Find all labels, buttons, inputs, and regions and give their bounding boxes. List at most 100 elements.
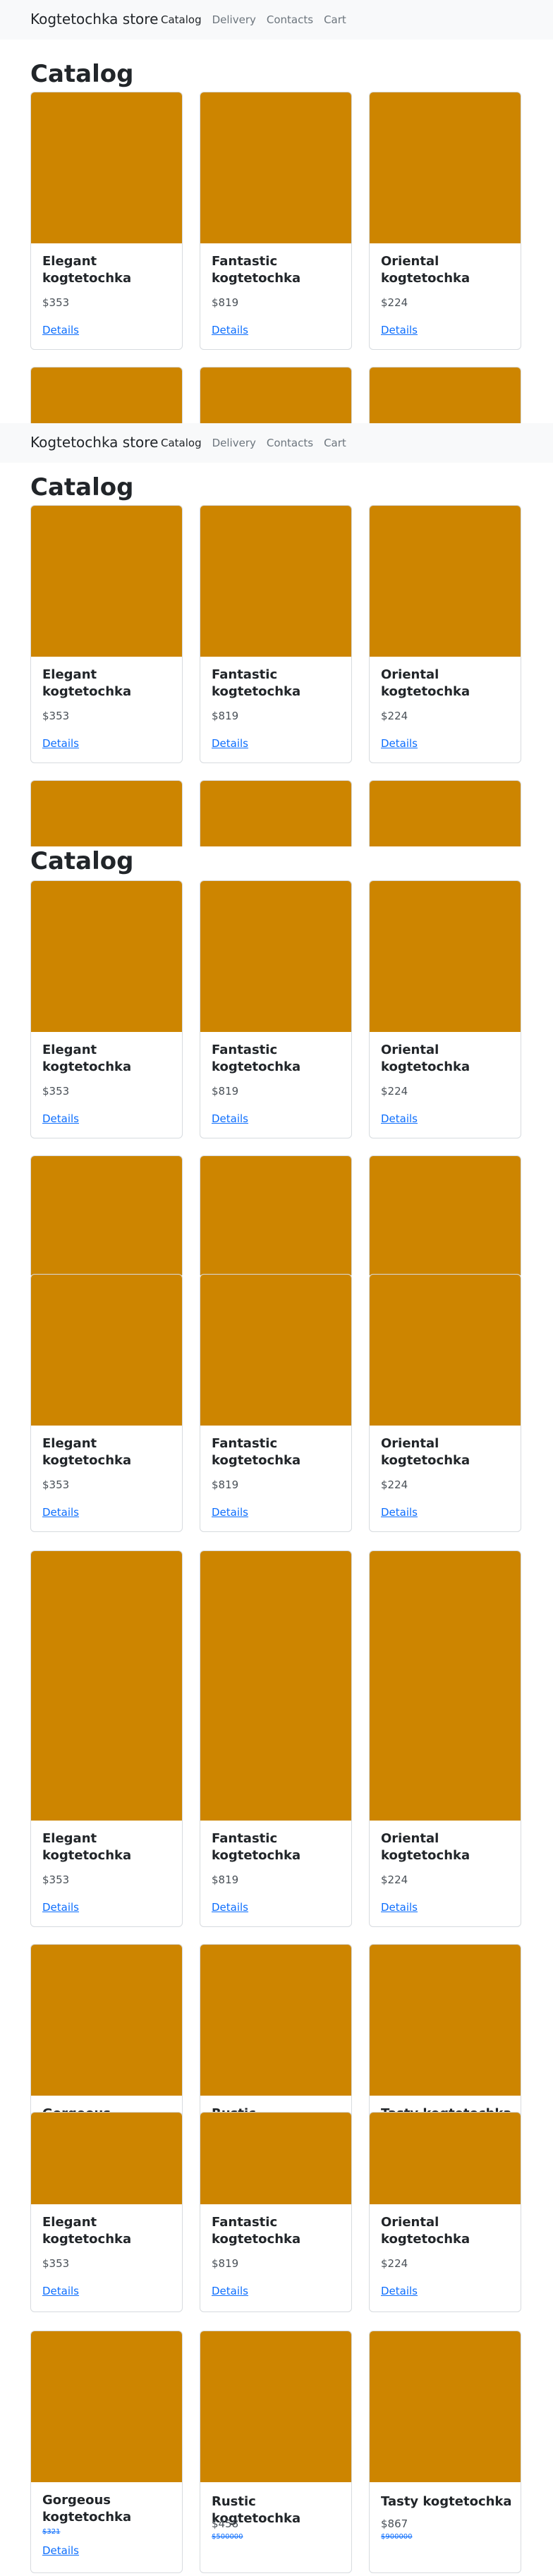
- product-image: [370, 1275, 521, 1426]
- details-link[interactable]: Details: [381, 2285, 418, 2297]
- product-image: [370, 2331, 521, 2482]
- cards-row-clipped: [0, 1155, 553, 1275]
- details-link[interactable]: Details: [212, 737, 248, 750]
- product-card: Elegant kogtetochka $353 Details: [30, 1274, 183, 1532]
- product-card: [30, 780, 183, 846]
- product-old-price: $321: [42, 2528, 61, 2536]
- product-image: [200, 367, 351, 423]
- product-card: Gorgeous kogtetochka: [30, 1944, 183, 2116]
- details-link[interactable]: Details: [42, 1112, 79, 1125]
- product-card: Rustic kogtetochka: [200, 1944, 352, 2116]
- product-card: Fantastic kogtetochka $819 Details: [200, 1550, 352, 1927]
- product-name: Elegant kogtetochka: [42, 1831, 132, 1863]
- product-name: Fantastic kogtetochka: [212, 1831, 301, 1863]
- details-link[interactable]: Details: [212, 324, 248, 336]
- product-image: [370, 367, 521, 423]
- product-price: $819: [212, 296, 239, 309]
- product-price: $819: [212, 2257, 239, 2270]
- details-link[interactable]: Details: [42, 2285, 79, 2297]
- product-card: Fantastic kogtetochka $819 Details: [200, 880, 352, 1138]
- product-price: $224: [381, 710, 408, 722]
- product-price: $353: [42, 1873, 70, 1886]
- details-link[interactable]: Details: [381, 737, 418, 750]
- product-card: Oriental kogtetochka $224 Details: [369, 92, 521, 350]
- page-title: Catalog: [30, 473, 134, 502]
- product-image: [31, 1275, 182, 1426]
- page-title: Catalog: [30, 60, 134, 88]
- brand-link[interactable]: Kogtetochka store: [30, 434, 158, 451]
- details-link[interactable]: Details: [42, 2544, 79, 2557]
- product-card: Elegant kogtetochka $353 Details: [30, 92, 183, 350]
- product-image: [200, 2113, 351, 2204]
- nav-contacts[interactable]: Contacts: [267, 437, 313, 449]
- product-price: $353: [42, 296, 70, 309]
- product-image: [31, 1156, 182, 1275]
- cards-row-clipped: Gorgeous kogtetochka Rustic kogtetochka …: [0, 1944, 553, 2116]
- product-price: $819: [212, 1873, 239, 1886]
- product-card: Fantastic kogtetochka $819 Details: [200, 92, 352, 350]
- product-price: $224: [381, 1085, 408, 1098]
- product-card: [369, 367, 521, 423]
- nav-cart[interactable]: Cart: [324, 13, 346, 26]
- product-image: [31, 781, 182, 846]
- product-name: Elegant kogtetochka: [42, 254, 132, 286]
- details-link[interactable]: Details: [212, 1506, 248, 1519]
- product-image: [31, 1945, 182, 2096]
- nav-delivery[interactable]: Delivery: [212, 437, 256, 449]
- details-link[interactable]: Details: [212, 1112, 248, 1125]
- product-card: [30, 367, 183, 423]
- product-card: Fantastic kogtetochka $819 Details: [200, 505, 352, 763]
- product-name: Oriental kogtetochka: [381, 667, 470, 699]
- product-name: Oriental kogtetochka: [381, 1436, 470, 1468]
- product-image: [200, 1551, 351, 1821]
- details-link[interactable]: Details: [212, 2285, 248, 2297]
- details-link[interactable]: Details: [42, 1901, 79, 1914]
- product-card: [200, 780, 352, 846]
- page-title: Catalog: [30, 847, 134, 875]
- nav-cart[interactable]: Cart: [324, 437, 346, 449]
- product-image: [31, 881, 182, 1032]
- product-image: [200, 92, 351, 243]
- product-image: [200, 881, 351, 1032]
- product-name: Elegant kogtetochka: [42, 667, 132, 699]
- product-card: [369, 1155, 521, 1275]
- product-name: Fantastic kogtetochka: [212, 667, 301, 699]
- product-card: Oriental kogtetochka $224 Details: [369, 1274, 521, 1532]
- product-price: $353: [42, 1478, 70, 1491]
- product-name: Oriental kogtetochka: [381, 254, 470, 286]
- product-price: $224: [381, 1478, 408, 1491]
- product-name: Oriental kogtetochka: [381, 1831, 470, 1863]
- product-image: [370, 1156, 521, 1275]
- details-link[interactable]: Details: [381, 1506, 418, 1519]
- product-card: Gorgeous kogtetochka $321 Details: [30, 2331, 183, 2573]
- nav-delivery[interactable]: Delivery: [212, 13, 256, 26]
- product-price: $867: [381, 2517, 408, 2530]
- nav-catalog[interactable]: Catalog: [161, 13, 202, 26]
- details-link[interactable]: Details: [42, 737, 79, 750]
- product-card: [200, 1155, 352, 1275]
- product-card: Fantastic kogtetochka $819 Details: [200, 1274, 352, 1532]
- product-old-price: $500000: [212, 2533, 243, 2541]
- details-link[interactable]: Details: [381, 1901, 418, 1914]
- details-link[interactable]: Details: [381, 324, 418, 336]
- product-card: Rustic kogtetochka $458 $500000: [200, 2331, 352, 2573]
- details-link[interactable]: Details: [212, 1901, 248, 1914]
- brand-link[interactable]: Kogtetochka store: [30, 11, 158, 28]
- product-card: Oriental kogtetochka $224 Details: [369, 505, 521, 763]
- product-card: Elegant kogtetochka $353 Details: [30, 1550, 183, 1927]
- details-link[interactable]: Details: [381, 1112, 418, 1125]
- product-card: Elegant kogtetochka $353 Details: [30, 505, 183, 763]
- nav-contacts[interactable]: Contacts: [267, 13, 313, 26]
- product-card: Elegant kogtetochka $353 Details: [30, 880, 183, 1138]
- nav-menu: Catalog Delivery Contacts Cart: [161, 13, 346, 26]
- product-card: Oriental kogtetochka $224 Details: [369, 880, 521, 1138]
- navbar: Kogtetochka store Catalog Delivery Conta…: [0, 423, 553, 463]
- details-link[interactable]: Details: [42, 324, 79, 336]
- product-image: [200, 1156, 351, 1275]
- nav-catalog[interactable]: Catalog: [161, 437, 202, 449]
- product-card: [200, 367, 352, 423]
- details-link[interactable]: Details: [42, 1506, 79, 1519]
- product-image: [31, 2331, 182, 2482]
- product-name: Oriental kogtetochka: [381, 2215, 470, 2247]
- product-image: [370, 506, 521, 657]
